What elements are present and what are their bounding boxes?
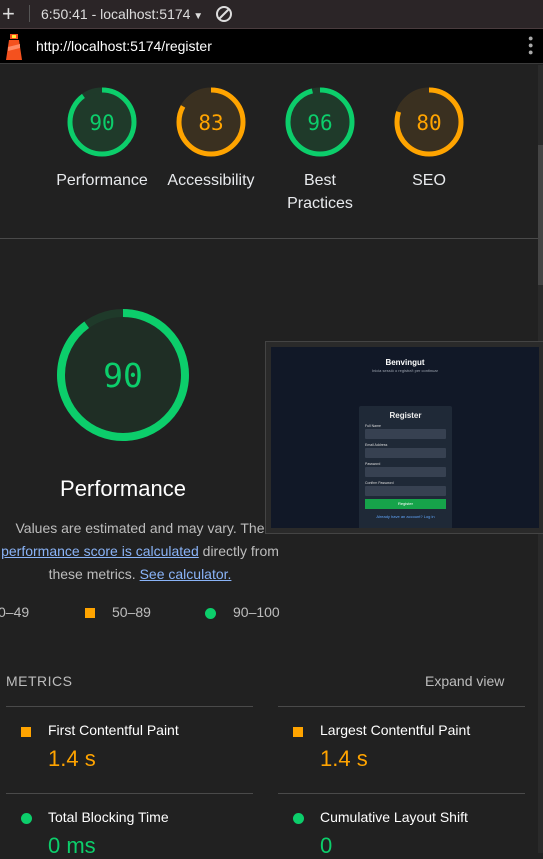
metric-divider	[278, 706, 525, 707]
report-url: http://localhost:5174/register	[36, 38, 212, 54]
score-calculated-link[interactable]: performance score is calculated	[1, 543, 199, 559]
gauge-score: 83	[198, 111, 223, 135]
performance-gauge-large: 90	[57, 309, 189, 441]
square-icon	[21, 727, 31, 737]
thumb-subheading: Inicia sessió o registra't per continuar	[372, 368, 438, 373]
page-screenshot-thumbnail[interactable]: Benvingut Inicia sessió o registra't per…	[265, 341, 543, 534]
dropdown-arrow-icon: ▼	[190, 11, 204, 22]
metric-value: 1.4 s	[320, 746, 368, 771]
see-calculator-link[interactable]: See calculator.	[140, 566, 232, 582]
gauge-score: 96	[307, 111, 332, 135]
session-label: 6:50:41 - localhost:5174	[41, 6, 191, 22]
metric-label: Total Blocking Time	[48, 809, 169, 825]
thumb-form-title: Register	[389, 411, 422, 420]
metric-label: Cumulative Layout Shift	[320, 809, 468, 825]
metric-label: Largest Contentful Paint	[320, 722, 471, 738]
legend-pass: 90–100	[233, 604, 280, 620]
score-gauge-accessibility[interactable]: 83	[174, 85, 248, 159]
circle-icon	[21, 813, 32, 824]
performance-title: Performance	[60, 476, 186, 501]
thumb-field-label: Full Name	[365, 424, 381, 428]
clear-icon[interactable]	[215, 5, 233, 23]
thumb-field-label: Password	[365, 462, 381, 466]
desc-text: Values are estimated and may vary. The	[15, 520, 265, 536]
expand-view-toggle[interactable]: Expand view	[425, 673, 504, 689]
square-icon	[85, 608, 95, 618]
gauge-score: 80	[416, 111, 441, 135]
plus-icon[interactable]: +	[2, 1, 15, 27]
metric-divider	[278, 793, 525, 794]
score-gauge-best-practices[interactable]: 96	[283, 85, 357, 159]
thumb-field-input	[365, 448, 446, 458]
metric-label: First Contentful Paint	[48, 722, 179, 738]
performance-score: 90	[103, 356, 143, 395]
thumb-login-link: Already have an account? Log in	[376, 514, 435, 519]
metric-value: 0 ms	[48, 833, 96, 858]
circle-icon	[205, 608, 216, 619]
thumb-field-input	[365, 467, 446, 477]
metrics-header: METRICS	[6, 673, 73, 689]
metric-divider	[6, 706, 253, 707]
more-options-icon[interactable]: ● ● ●	[528, 34, 533, 57]
metric-divider	[6, 793, 253, 794]
thumb-register-card: Register Full Name Email Address Password C…	[359, 406, 452, 528]
gauge-label: SEO	[412, 172, 446, 189]
lighthouse-logo-icon	[6, 34, 22, 60]
session-select[interactable]: 6:50:41 - localhost:5174 ▼	[41, 6, 203, 22]
devtools-toolbar: + 6:50:41 - localhost:5174 ▼	[0, 0, 543, 29]
section-divider	[0, 238, 538, 239]
toolbar-divider	[29, 5, 30, 22]
thumb-field-label: Email Address	[365, 443, 388, 447]
gauge-label: Performance	[56, 172, 148, 189]
thumb-field-input	[365, 429, 446, 439]
scrollbar-thumb[interactable]	[538, 145, 543, 285]
report-url-bar: http://localhost:5174/register ● ● ●	[0, 29, 543, 64]
square-icon	[293, 727, 303, 737]
circle-icon	[293, 813, 304, 824]
metric-value: 0	[320, 833, 333, 858]
score-gauge-performance[interactable]: 90	[65, 85, 139, 159]
gauge-score: 90	[89, 111, 114, 135]
gauge-label: Accessibility	[167, 172, 255, 189]
thumb-field-label: Confirm Password	[365, 481, 394, 485]
score-gauge-seo[interactable]: 80	[392, 85, 466, 159]
metric-value: 1.4 s	[48, 746, 96, 771]
thumb-heading: Benvingut	[385, 358, 425, 367]
thumb-register-button: Register	[365, 499, 446, 509]
legend-average: 50–89	[112, 604, 151, 620]
thumb-field-input	[365, 486, 446, 496]
gauge-label: Best Practices	[287, 172, 353, 212]
legend-fail: 0–49	[0, 604, 30, 620]
